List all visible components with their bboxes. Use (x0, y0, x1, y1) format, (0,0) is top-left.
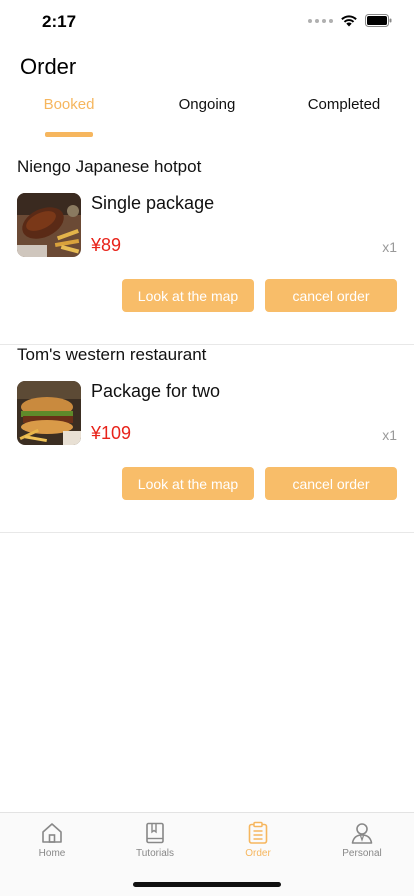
tabbar-label: Order (245, 848, 271, 859)
quantity: x1 (382, 427, 397, 443)
status-icons (308, 14, 392, 27)
status-time: 2:17 (42, 12, 77, 31)
wifi-icon (341, 15, 357, 27)
package-name: Package for two (91, 381, 221, 401)
tabbar-item-home[interactable]: Home (0, 821, 104, 859)
tabbar-label: Tutorials (136, 848, 174, 859)
tab-active-indicator (45, 132, 93, 137)
restaurant-name: Tom's western restaurant (17, 345, 207, 364)
signal-icon (308, 18, 333, 23)
food-image (17, 381, 81, 445)
quantity: x1 (382, 239, 397, 255)
order-card: Niengo Japanese hotpot Single package ¥8… (0, 157, 414, 345)
tabbar-item-personal[interactable]: Personal (310, 821, 414, 859)
package-name: Single package (91, 193, 215, 213)
status-bar: 2:17 (0, 0, 414, 44)
tabbar-label: Personal (342, 848, 382, 859)
look-at-map-button[interactable]: Look at the map (122, 467, 254, 500)
cancel-order-button[interactable]: cancel order (265, 279, 397, 312)
tabbar-label: Home (38, 848, 66, 859)
clipboard-icon (248, 821, 268, 844)
tab-booked[interactable]: Booked (9, 96, 129, 113)
order-card: Tom's western restaurant Package for two… (0, 345, 414, 533)
tabbar-item-order[interactable]: Order (206, 821, 310, 859)
tab-completed[interactable]: Completed (284, 96, 404, 113)
price: ¥109 (91, 423, 132, 443)
look-at-map-button[interactable]: Look at the map (122, 279, 254, 312)
food-image (17, 193, 81, 257)
cancel-order-button[interactable]: cancel order (265, 467, 397, 500)
tabbar-item-tutorials[interactable]: Tutorials (103, 821, 207, 859)
person-icon (351, 823, 373, 844)
battery-icon (365, 14, 392, 27)
book-icon (146, 822, 164, 844)
tab-ongoing[interactable]: Ongoing (147, 96, 267, 113)
home-icon (42, 823, 62, 843)
home-indicator[interactable] (133, 882, 281, 887)
price: ¥89 (91, 235, 122, 255)
order-tabs: Booked Ongoing Completed (0, 96, 414, 138)
restaurant-name: Niengo Japanese hotpot (17, 157, 202, 176)
page-title: Order (20, 54, 77, 79)
